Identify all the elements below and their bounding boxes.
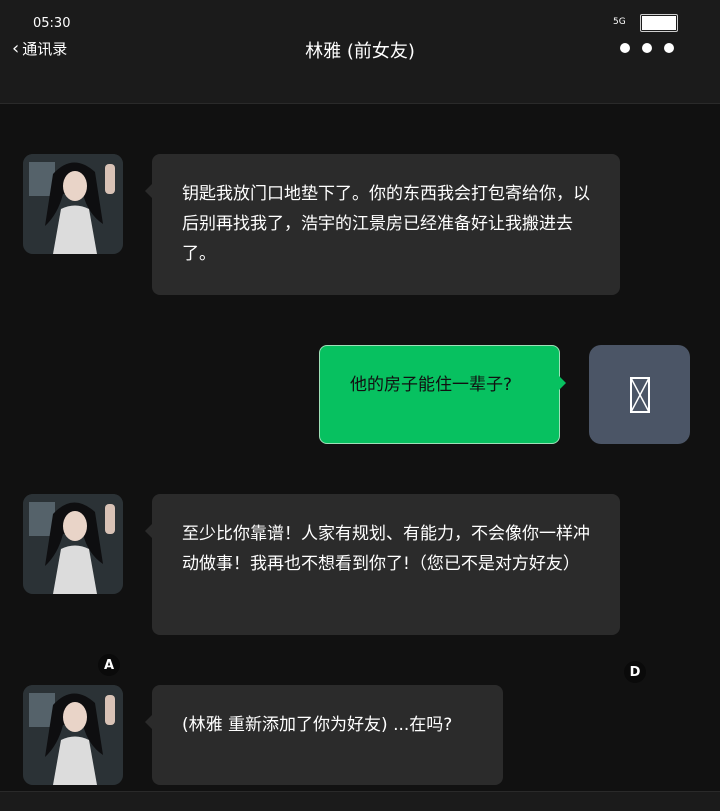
message-bubble[interactable]: 钥匙我放门口地垫下了。你的东西我会打包寄给你，以后别再找我了，浩宇的江景房已经准… xyxy=(145,154,620,295)
contact-avatar[interactable] xyxy=(23,154,123,254)
more-dots-icon[interactable] xyxy=(620,43,674,53)
image-placeholder-icon xyxy=(629,376,650,413)
contact-avatar[interactable] xyxy=(23,685,123,785)
status-time: 05:30 xyxy=(33,16,71,31)
marker-d: D xyxy=(624,661,646,683)
input-bar xyxy=(0,791,720,811)
battery-icon xyxy=(640,14,678,32)
chat-header: 05:30 5G ‹ 通讯录 林雅 (前女友) xyxy=(0,0,720,104)
marker-a: A xyxy=(98,654,120,676)
message-bubble[interactable]: 至少比你靠谱！人家有规划、有能力，不会像你一样冲动做事！我再也不想看到你了!（您… xyxy=(145,494,620,635)
message-bubble[interactable]: (林雅 重新添加了你为好友) ...在吗? xyxy=(145,685,503,785)
self-avatar[interactable] xyxy=(589,345,690,444)
contact-avatar[interactable] xyxy=(23,494,123,594)
chat-title: 林雅 (前女友) xyxy=(305,41,415,62)
network-indicator: 5G xyxy=(613,17,626,27)
message-bubble-outgoing[interactable]: 他的房子能住一辈子? xyxy=(319,345,566,444)
